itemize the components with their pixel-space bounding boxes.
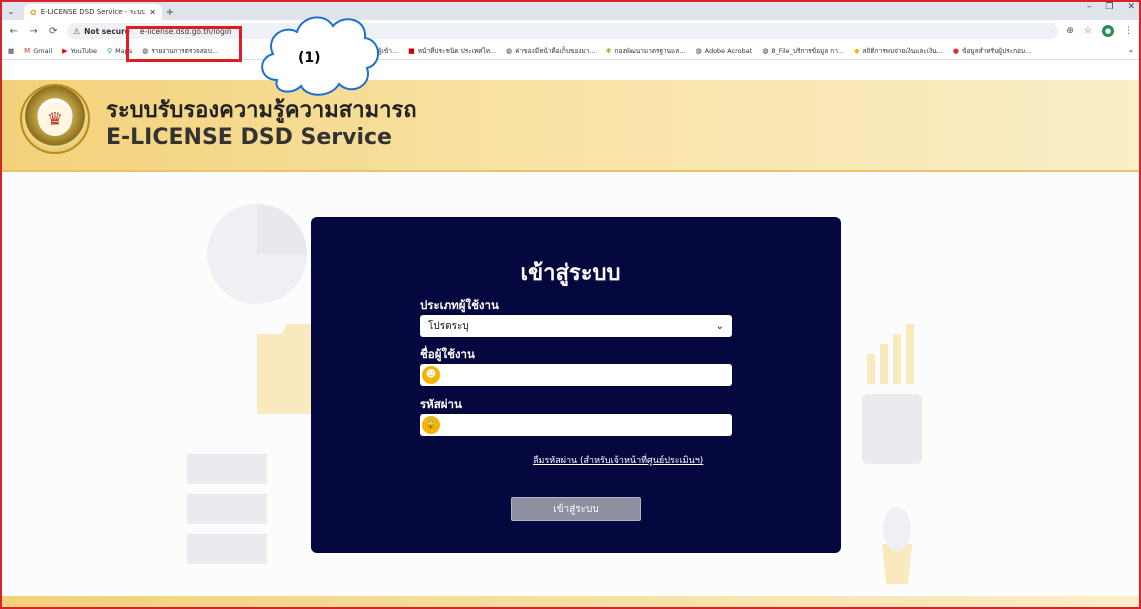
bookmark-item[interactable]: ◍ ค่าของมีหน้าคือเก็บของมา...	[506, 46, 595, 56]
menu-kebab-icon[interactable]: ⋮	[1124, 26, 1133, 36]
user-type-label: ประเภทผู้ใช้งาน	[420, 298, 499, 312]
decor-server-icon	[187, 454, 267, 564]
globe-icon: ◍	[762, 46, 769, 55]
user-type-select[interactable]: โปรดระบุ ⌄	[420, 315, 732, 337]
bookmark-item[interactable]: ● ข้อมูลสำหรับผู้ประกอบ...	[953, 46, 1031, 56]
browser-tab[interactable]: ✿ E-LICENSE DSD Service - ระบบรั ✕	[24, 4, 162, 20]
decor-folder-icon	[257, 324, 317, 414]
back-icon[interactable]: ←	[8, 26, 20, 37]
login-heading: เข้าสู่ระบบ	[520, 261, 621, 286]
bookmark-item[interactable]: ▶ YouTube	[62, 47, 97, 55]
password-label: รหัสผ่าน	[420, 397, 462, 411]
globe-icon: ◆	[854, 46, 860, 55]
tab-search-icon[interactable]: ⌄	[2, 2, 20, 20]
doc-icon: ■	[408, 46, 415, 55]
toolbar-right: ⊕ ☆ ● ⋮	[1066, 25, 1133, 37]
youtube-icon: ▶	[62, 46, 68, 55]
bookmark-item[interactable]: ✱ กองพัฒนามาตรฐานแล...	[606, 46, 686, 56]
site-favicon-icon: ✿	[30, 7, 37, 17]
browser-tab-strip: ⌄ ✿ E-LICENSE DSD Service - ระบบรั ✕ +	[2, 2, 1139, 20]
more-bookmarks-icon[interactable]: »	[1129, 47, 1133, 55]
warning-icon[interactable]: ⚠	[73, 27, 80, 36]
dsd-logo: ♛	[20, 84, 90, 154]
globe-icon: ◍	[506, 46, 513, 55]
forgot-password-link[interactable]: ลืมรหัสผ่าน (สำหรับเจ้าหน้าที่ศูนย์ประเม…	[533, 453, 703, 467]
profile-avatar[interactable]: ●	[1102, 25, 1114, 37]
gmail-icon: M	[24, 46, 31, 55]
close-window-icon[interactable]: ✕	[1127, 2, 1135, 12]
decor-bars-icon	[867, 324, 914, 384]
globe-icon: ●	[952, 46, 960, 55]
password-field[interactable]: 🔒	[420, 414, 732, 436]
login-button[interactable]: เข้าสู่ระบบ	[511, 497, 641, 521]
forward-icon[interactable]: →	[28, 26, 40, 37]
decor-checklist-icon	[862, 394, 922, 464]
bookmark-item[interactable]: ◍ Adobe Acrobat	[696, 47, 753, 55]
window-controls: – ❐ ✕	[1087, 2, 1135, 12]
footer-strip	[2, 596, 1139, 607]
user-type-value: โปรดระบุ	[428, 320, 469, 332]
bookmark-item[interactable]: ◍ 8_File_บริการข้อมูล กา...	[762, 46, 844, 56]
zoom-icon[interactable]: ⊕	[1066, 26, 1074, 36]
globe-icon: ✱	[605, 46, 612, 55]
username-label: ชื่อผู้ใช้งาน	[420, 347, 475, 361]
site-title-english: E-LICENSE DSD Service	[106, 125, 392, 150]
new-tab-icon[interactable]: +	[162, 4, 178, 20]
lock-icon: 🔒	[422, 416, 440, 434]
bookmark-star-icon[interactable]: ☆	[1084, 26, 1092, 36]
security-status[interactable]: Not secure	[84, 27, 130, 36]
decor-plant-icon	[882, 507, 912, 584]
tab-title: E-LICENSE DSD Service - ระบบรั	[40, 7, 146, 16]
tab-close-icon[interactable]: ✕	[149, 8, 156, 17]
globe-icon: ◍	[695, 46, 702, 55]
apps-grid-icon[interactable]: ▦	[8, 47, 14, 55]
decor-pie-icon	[207, 204, 307, 304]
emblem-icon: ♛	[38, 102, 72, 136]
callout-label: (1)	[298, 50, 321, 66]
username-field[interactable]: ☻	[420, 364, 732, 386]
reload-icon[interactable]: ⟳	[47, 26, 59, 37]
url-highlight-box	[126, 26, 242, 62]
user-icon: ☻	[422, 366, 440, 384]
bookmark-item[interactable]: ■ หน้าที่ประชนิด ประเทศไท...	[408, 46, 496, 56]
bookmark-item[interactable]: ◆ สถิติการพบจ่ายเงินและเงิน...	[854, 46, 943, 56]
restore-icon[interactable]: ❐	[1105, 2, 1113, 12]
maps-icon: ⚲	[107, 46, 113, 55]
chevron-down-icon: ⌄	[715, 320, 724, 332]
minimize-icon[interactable]: –	[1087, 2, 1092, 12]
bookmark-item[interactable]: M Gmail	[24, 47, 52, 55]
